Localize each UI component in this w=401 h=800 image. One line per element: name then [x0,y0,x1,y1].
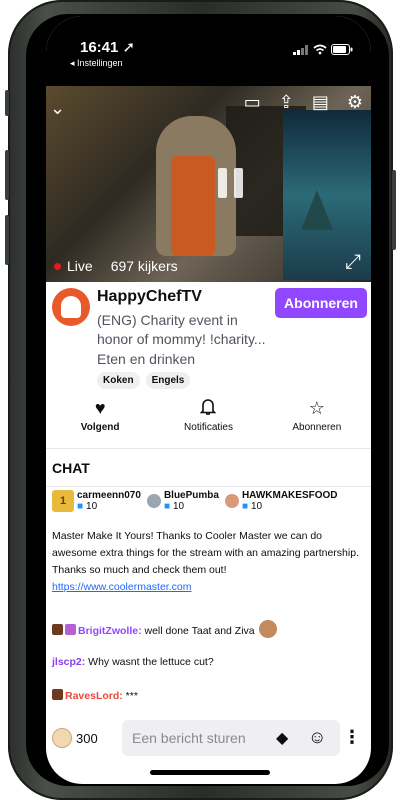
fullscreen-icon[interactable]: ⤢ [345,251,361,274]
location-icon: ➚ [122,39,136,56]
live-label: Live [67,258,93,274]
stream-category[interactable]: Eten en drinken [97,351,195,367]
chat-message: jlscp2: Why wasnt the lettuce cut? [52,654,368,671]
avatar [146,494,161,508]
cast-icon[interactable]: ▭ [244,92,261,113]
clip-icon[interactable]: ▤ [312,92,329,113]
chef-hat-icon [61,296,81,318]
power-button [392,170,396,250]
back-to-settings-link[interactable]: ◂ Instellingen [70,58,123,69]
chat-announcement: Master Make It Yours! Thanks to Cooler M… [52,528,368,596]
phone-bezel: 16:41 ➚ ◂ Instellingen ⌄ ▭ ⇪ ▤ ⚙ Live 69… [26,14,389,786]
gifter-name: BluePumba [163,490,219,501]
gift-count-value: 10 [251,501,263,512]
chevron-down-icon[interactable]: ⌄ [50,98,65,119]
top-gifters: 1 carmeenn070 ■ 10 BluePumba ■ 10 HAWKMA… [46,490,371,512]
gift-icon: ■ [163,501,170,512]
gifter-item[interactable]: BluePumba ■ 10 [146,490,219,512]
gift-count: ■ 10 [242,501,338,512]
chat-input-bar: 300 ◆ ☺ ⋮ [46,720,371,760]
status-time: 16:41 ➚ [80,39,136,56]
video-toolbar: ▭ ⇪ ▤ ⚙ [244,92,363,113]
chat-text: Why wasnt the lettuce cut? [85,656,214,668]
volume-up-button [5,150,9,200]
gift-icon: ■ [77,501,84,512]
video-apron [171,156,215,256]
divider [46,486,371,487]
wifi-icon [313,44,327,55]
heart-icon: ♥ [94,398,106,418]
chat-username[interactable]: jlscp2: [52,656,85,668]
home-indicator[interactable] [150,770,270,775]
phone-frame: 16:41 ➚ ◂ Instellingen ⌄ ▭ ⇪ ▤ ⚙ Live 69… [5,0,396,800]
bits-icon[interactable]: ◆ [276,728,288,748]
live-dot-icon [54,262,61,270]
channel-points[interactable]: 300 [52,728,98,748]
gift-count: ■ 10 [77,501,141,512]
subscribe-action-button[interactable]: ☆ Abonneren [272,398,362,433]
chat-text: *** [122,690,138,702]
chat-username[interactable]: RavesLord: [65,690,123,702]
channel-points-icon [52,728,72,748]
mute-switch [5,90,9,116]
gift-icon: ■ [241,501,248,512]
announcement-text: Master Make It Yours! Thanks to Cooler M… [52,530,359,576]
status-icons [293,44,353,55]
follow-label: Volgend [80,422,120,433]
divider [46,448,371,449]
chat-text: well done Taat and Ziva [141,625,255,637]
subscribe-button[interactable]: Abonneren [275,288,367,318]
tag-chip[interactable]: Engels [145,372,191,389]
action-bar: ♥ Volgend Notificaties ☆ Abonneren [46,398,371,433]
gifter-item[interactable]: HAWKMAKESFOOD ■ 10 [224,490,338,512]
chat-header: CHAT [52,460,90,476]
share-icon[interactable]: ⇪ [279,92,294,113]
gifter-item[interactable]: 1 carmeenn070 ■ 10 [52,490,141,512]
viewer-count: 697 kijkers [110,258,178,274]
bell-icon [200,398,217,418]
announcement-link[interactable]: https://www.coolermaster.com [52,581,191,593]
emote-picker-icon[interactable]: ☺ [308,727,326,748]
notifications-button[interactable]: Notificaties [163,398,253,433]
tag-list: Koken Engels [97,372,191,389]
chat-username[interactable]: BrigitZwolle: [78,625,142,637]
channel-name[interactable]: HappyChefTV [97,288,202,306]
notifications-label: Notificaties [184,422,233,433]
gear-icon[interactable]: ⚙ [347,92,363,113]
avatar[interactable] [52,288,90,326]
signal-icon [293,45,308,55]
live-indicator: Live 697 kijkers [54,258,178,274]
sub-badge-icon [52,689,63,700]
battery-icon [331,44,353,55]
gift-count: ■ 10 [164,501,219,512]
gifter-name: carmeenn070 [77,490,141,501]
avatar [224,494,239,508]
status-bar: 16:41 ➚ ◂ Instellingen [46,16,371,86]
more-options-icon[interactable]: ⋮ [343,727,361,748]
gift-badge-icon [65,624,76,635]
sub-badge-icon [52,624,63,635]
channel-points-value: 300 [76,730,98,746]
screen: 16:41 ➚ ◂ Instellingen ⌄ ▭ ⇪ ▤ ⚙ Live 69… [46,16,371,784]
pause-button[interactable] [218,168,243,198]
tag-chip[interactable]: Koken [97,372,140,389]
chat-message: RavesLord: *** [52,688,368,705]
follow-button[interactable]: ♥ Volgend [55,398,145,433]
subscribe-label: Abonneren [292,422,342,433]
rank-badge-icon: 1 [52,490,74,512]
stream-title: (ENG) Charity event in honor of mommy! !… [97,312,266,347]
video-player[interactable]: ⌄ ▭ ⇪ ▤ ⚙ Live 697 kijkers ⤢ [46,86,371,282]
star-icon: ☆ [308,398,325,418]
gift-count-value: 10 [86,501,98,512]
gifter-name: HAWKMAKESFOOD [241,490,338,501]
chat-message: BrigitZwolle: well done Taat and Ziva [52,620,368,640]
gift-count-value: 10 [172,501,185,512]
emote-icon [258,620,277,638]
volume-down-button [5,215,9,265]
